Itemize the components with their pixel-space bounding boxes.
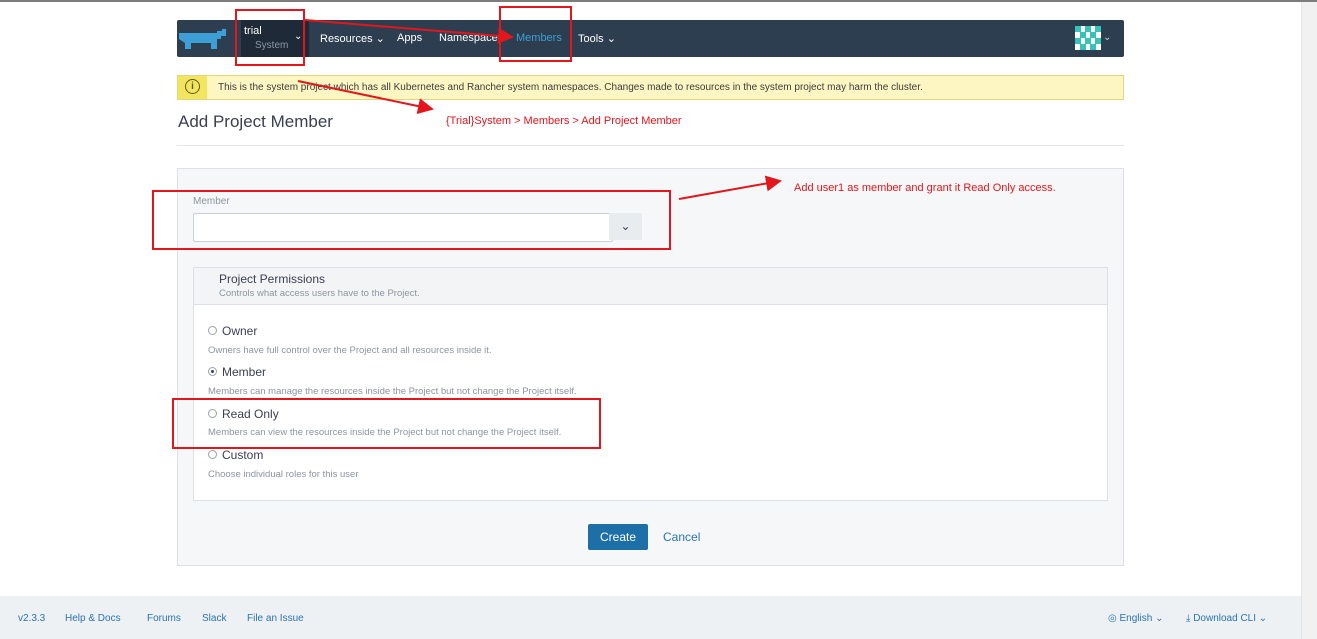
option-member-desc: Members can manage the resources inside …	[208, 386, 577, 397]
warning-text: This is the system project which has all…	[218, 82, 923, 93]
create-button[interactable]: Create	[588, 524, 648, 550]
chevron-down-icon: ⌄	[606, 33, 616, 45]
window-top-border	[0, 0, 1317, 2]
divider	[177, 145, 1124, 146]
chevron-down-icon: ⌄	[1258, 613, 1268, 624]
option-custom-desc: Choose individual roles for this user	[208, 469, 359, 480]
download-icon: ⤓	[1186, 613, 1191, 624]
system-project-warning: i This is the system project which has a…	[177, 75, 1124, 100]
radio-owner[interactable]	[208, 326, 217, 335]
annotation-box-members	[499, 6, 572, 62]
help-docs-link[interactable]: Help & Docs	[65, 613, 121, 624]
page-title: Add Project Member	[178, 112, 333, 131]
chevron-down-icon[interactable]: ⌄	[1103, 32, 1111, 43]
nav-resources[interactable]: Resources ⌄	[320, 32, 385, 45]
page-scrollbar[interactable]	[1301, 2, 1317, 639]
annotation-box-read-only	[172, 398, 601, 449]
forums-link[interactable]: Forums	[147, 613, 181, 624]
slack-link[interactable]: Slack	[202, 613, 226, 624]
annotation-box-context	[235, 9, 305, 66]
chevron-down-icon: ⌄	[375, 33, 385, 45]
permissions-header: Project Permissions Controls what access…	[194, 268, 1107, 305]
globe-icon: ◎	[1108, 613, 1117, 624]
language-selector[interactable]: ◎ English ⌄	[1108, 613, 1164, 624]
language-label: English	[1119, 613, 1153, 624]
file-issue-link[interactable]: File an Issue	[247, 613, 304, 624]
download-cli-menu[interactable]: ⤓ Download CLI ⌄	[1186, 613, 1267, 624]
option-owner-label[interactable]: Owner	[222, 324, 257, 338]
version-link[interactable]: v2.3.3	[18, 613, 45, 624]
option-owner-desc: Owners have full control over the Projec…	[208, 345, 492, 356]
permissions-title: Project Permissions	[219, 272, 326, 286]
nav-resources-label: Resources	[320, 33, 373, 45]
annotation-box-member-field	[152, 190, 671, 250]
user-avatar[interactable]	[1075, 26, 1101, 50]
radio-member[interactable]	[208, 367, 217, 376]
nav-namespaces[interactable]: Namespaces	[439, 32, 503, 44]
nav-apps[interactable]: Apps	[397, 32, 422, 44]
chevron-down-icon: ⌄	[1155, 613, 1164, 624]
download-label: Download CLI	[1193, 613, 1257, 624]
cancel-button[interactable]: Cancel	[663, 530, 700, 544]
footer: v2.3.3 Help & Docs Forums Slack File an …	[0, 596, 1301, 639]
option-member-label[interactable]: Member	[222, 365, 266, 379]
info-icon: i	[178, 76, 207, 99]
project-permissions-box: Project Permissions Controls what access…	[193, 267, 1108, 501]
top-nav-bar: trial System ⌄ Resources ⌄ Apps Namespac…	[177, 20, 1124, 57]
permissions-subtitle: Controls what access users have to the P…	[219, 288, 420, 299]
nav-tools-label: Tools	[578, 33, 604, 45]
annotation-breadcrumb: {Trial}System > Members > Add Project Me…	[446, 115, 682, 127]
radio-custom[interactable]	[208, 450, 217, 459]
rancher-logo[interactable]	[177, 27, 229, 51]
option-custom-label[interactable]: Custom	[222, 448, 263, 462]
nav-tools[interactable]: Tools ⌄	[578, 32, 616, 45]
annotation-instruction: Add user1 as member and grant it Read On…	[794, 182, 1056, 194]
